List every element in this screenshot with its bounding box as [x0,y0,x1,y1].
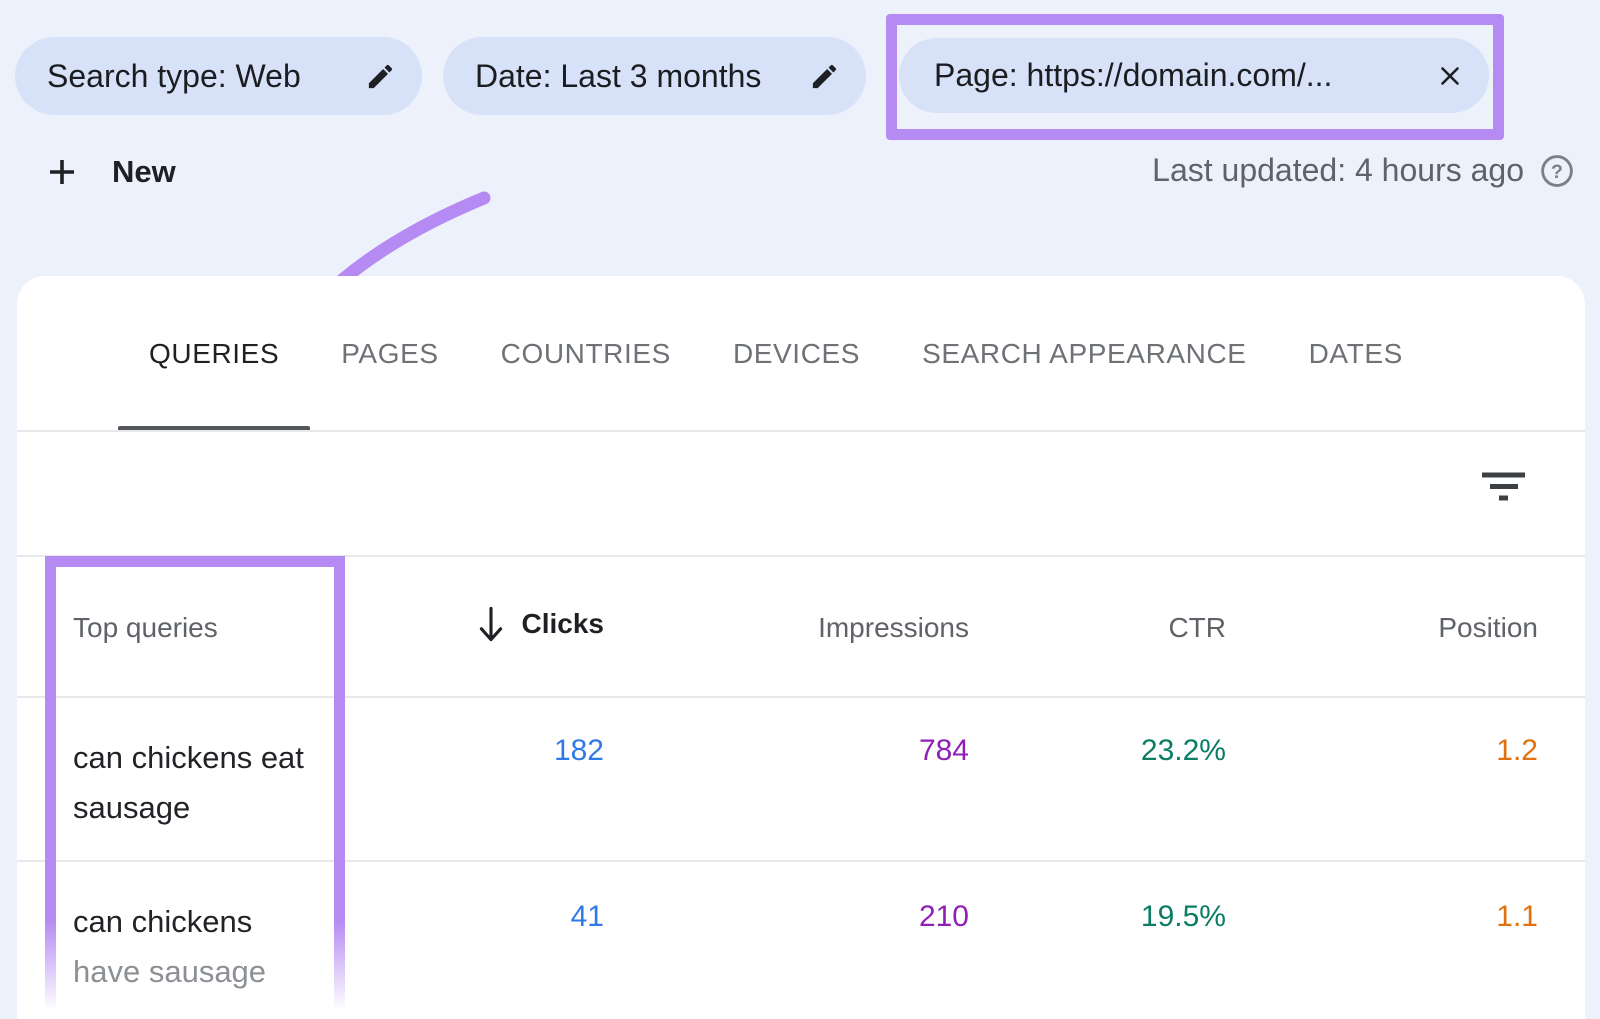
tab-search-appearance[interactable]: SEARCH APPEARANCE [891,276,1278,432]
query-text-line1: can chickens [73,897,266,947]
close-icon[interactable] [1435,61,1465,91]
tab-dates[interactable]: DATES [1278,276,1434,432]
table-row-query[interactable]: can chickens eat sausage [73,733,304,833]
cell-position: 1.1 [1496,900,1538,934]
plus-icon [44,154,80,190]
tab-devices[interactable]: DEVICES [702,276,891,432]
help-icon[interactable]: ? [1539,153,1575,189]
pencil-icon[interactable] [809,61,840,92]
query-text-line2: sausage [73,783,304,833]
new-button-label: New [112,154,176,190]
report-tabs: QUERIES PAGES COUNTRIES DEVICES SEARCH A… [118,276,1434,432]
column-header-ctr[interactable]: CTR [1168,612,1226,644]
column-header-clicks[interactable]: Clicks [476,606,605,642]
cell-impressions: 210 [919,900,969,934]
query-text-line2: have sausage [73,947,266,997]
tab-queries[interactable]: QUERIES [118,276,310,432]
column-header-position[interactable]: Position [1438,612,1538,644]
pencil-icon[interactable] [365,61,396,92]
filter-chip-search-type-label: Search type: Web [47,58,301,95]
divider [17,696,1585,698]
last-updated-label: Last updated: 4 hours ago [1152,152,1524,189]
filter-icon[interactable] [1480,470,1526,504]
filter-chip-page-label: Page: https://domain.com/... [934,57,1332,94]
arrow-down-icon [476,606,506,642]
cell-position: 1.2 [1496,734,1538,768]
divider [17,860,1585,862]
table-row-query[interactable]: can chickens have sausage [73,897,266,997]
filter-chip-date[interactable]: Date: Last 3 months [443,37,866,115]
cell-ctr: 23.2% [1141,734,1226,768]
column-header-clicks-label: Clicks [522,608,605,640]
divider [17,430,1585,432]
cell-clicks: 182 [554,734,604,768]
new-filter-button[interactable]: New [44,148,176,196]
svg-text:?: ? [1551,160,1563,182]
filter-chip-date-label: Date: Last 3 months [475,58,761,95]
query-text-line1: can chickens eat [73,733,304,783]
column-header-top-queries[interactable]: Top queries [73,612,218,644]
divider [17,555,1585,557]
filter-chip-search-type[interactable]: Search type: Web [15,37,422,115]
last-updated-status: Last updated: 4 hours ago ? [1152,152,1575,189]
tab-countries[interactable]: COUNTRIES [470,276,702,432]
cell-impressions: 784 [919,734,969,768]
cell-clicks: 41 [571,900,604,934]
filter-chip-page[interactable]: Page: https://domain.com/... [899,38,1489,113]
tab-pages[interactable]: PAGES [310,276,469,432]
column-header-impressions[interactable]: Impressions [818,612,969,644]
cell-ctr: 19.5% [1141,900,1226,934]
